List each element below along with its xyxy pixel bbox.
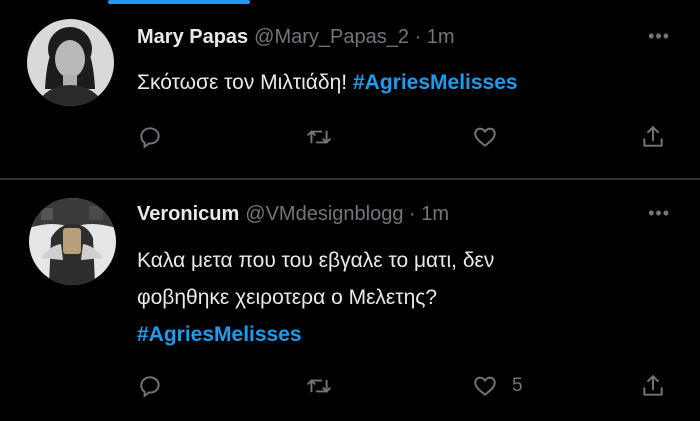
- more-icon[interactable]: •••: [648, 203, 670, 224]
- like-count: 5: [512, 375, 523, 396]
- display-name[interactable]: Veronicum: [137, 203, 239, 225]
- tweet-header: Veronicum @VMdesignblogg · 1m: [137, 203, 449, 226]
- timestamp[interactable]: 1m: [427, 26, 455, 48]
- retweet-icon: [307, 379, 331, 393]
- reply-icon: [140, 127, 160, 149]
- tweet[interactable]: Veronicum @VMdesignblogg · 1m ••• Καλα με…: [0, 180, 700, 421]
- retweet-button[interactable]: [306, 117, 332, 157]
- retweet-icon: [307, 130, 331, 144]
- user-handle[interactable]: @Mary_Papas_2: [254, 26, 409, 48]
- reply-icon: [140, 376, 160, 398]
- display-name[interactable]: Mary Papas: [137, 26, 248, 48]
- tweet-body-line: Καλα μετα που του εβγαλε το ματι, δεν: [137, 249, 495, 272]
- more-icon[interactable]: •••: [648, 26, 670, 47]
- hashtag-link[interactable]: #AgriesMelisses: [137, 316, 657, 353]
- like-icon: [474, 376, 496, 396]
- avatar[interactable]: [29, 198, 116, 285]
- share-icon: [643, 375, 663, 396]
- like-button[interactable]: 5: [472, 366, 523, 406]
- hashtag-link[interactable]: #AgriesMelisses: [353, 71, 518, 94]
- tweet[interactable]: Mary Papas @Mary_Papas_2 · 1m ••• Σκότωσε…: [0, 0, 700, 178]
- reply-button[interactable]: [137, 366, 163, 406]
- share-button[interactable]: [640, 117, 666, 157]
- tweet-text: Σκότωσε τον Μιλτιάδη! #AgriesMelisses: [137, 64, 518, 101]
- tweet-text: Καλα μετα που του εβγαλε το ματι, δεν φο…: [137, 242, 657, 353]
- share-button[interactable]: [640, 366, 666, 406]
- like-button[interactable]: [472, 117, 498, 157]
- separator: ·: [414, 26, 422, 48]
- user-handle[interactable]: @VMdesignblogg: [245, 203, 403, 225]
- avatar[interactable]: [27, 19, 114, 106]
- action-bar: 5: [0, 366, 700, 406]
- share-icon: [643, 126, 663, 147]
- retweet-button[interactable]: [306, 366, 332, 406]
- tweet-header: Mary Papas @Mary_Papas_2 · 1m: [137, 26, 455, 49]
- action-bar: [0, 117, 700, 157]
- timestamp[interactable]: 1m: [421, 203, 449, 225]
- reply-button[interactable]: [137, 117, 163, 157]
- tweet-body: Σκότωσε τον Μιλτιάδη!: [137, 71, 348, 94]
- separator: ·: [409, 203, 416, 225]
- like-icon: [474, 127, 496, 147]
- tweet-body-line: φοβηθηκε χειροτερα ο Μελετης?: [137, 286, 438, 309]
